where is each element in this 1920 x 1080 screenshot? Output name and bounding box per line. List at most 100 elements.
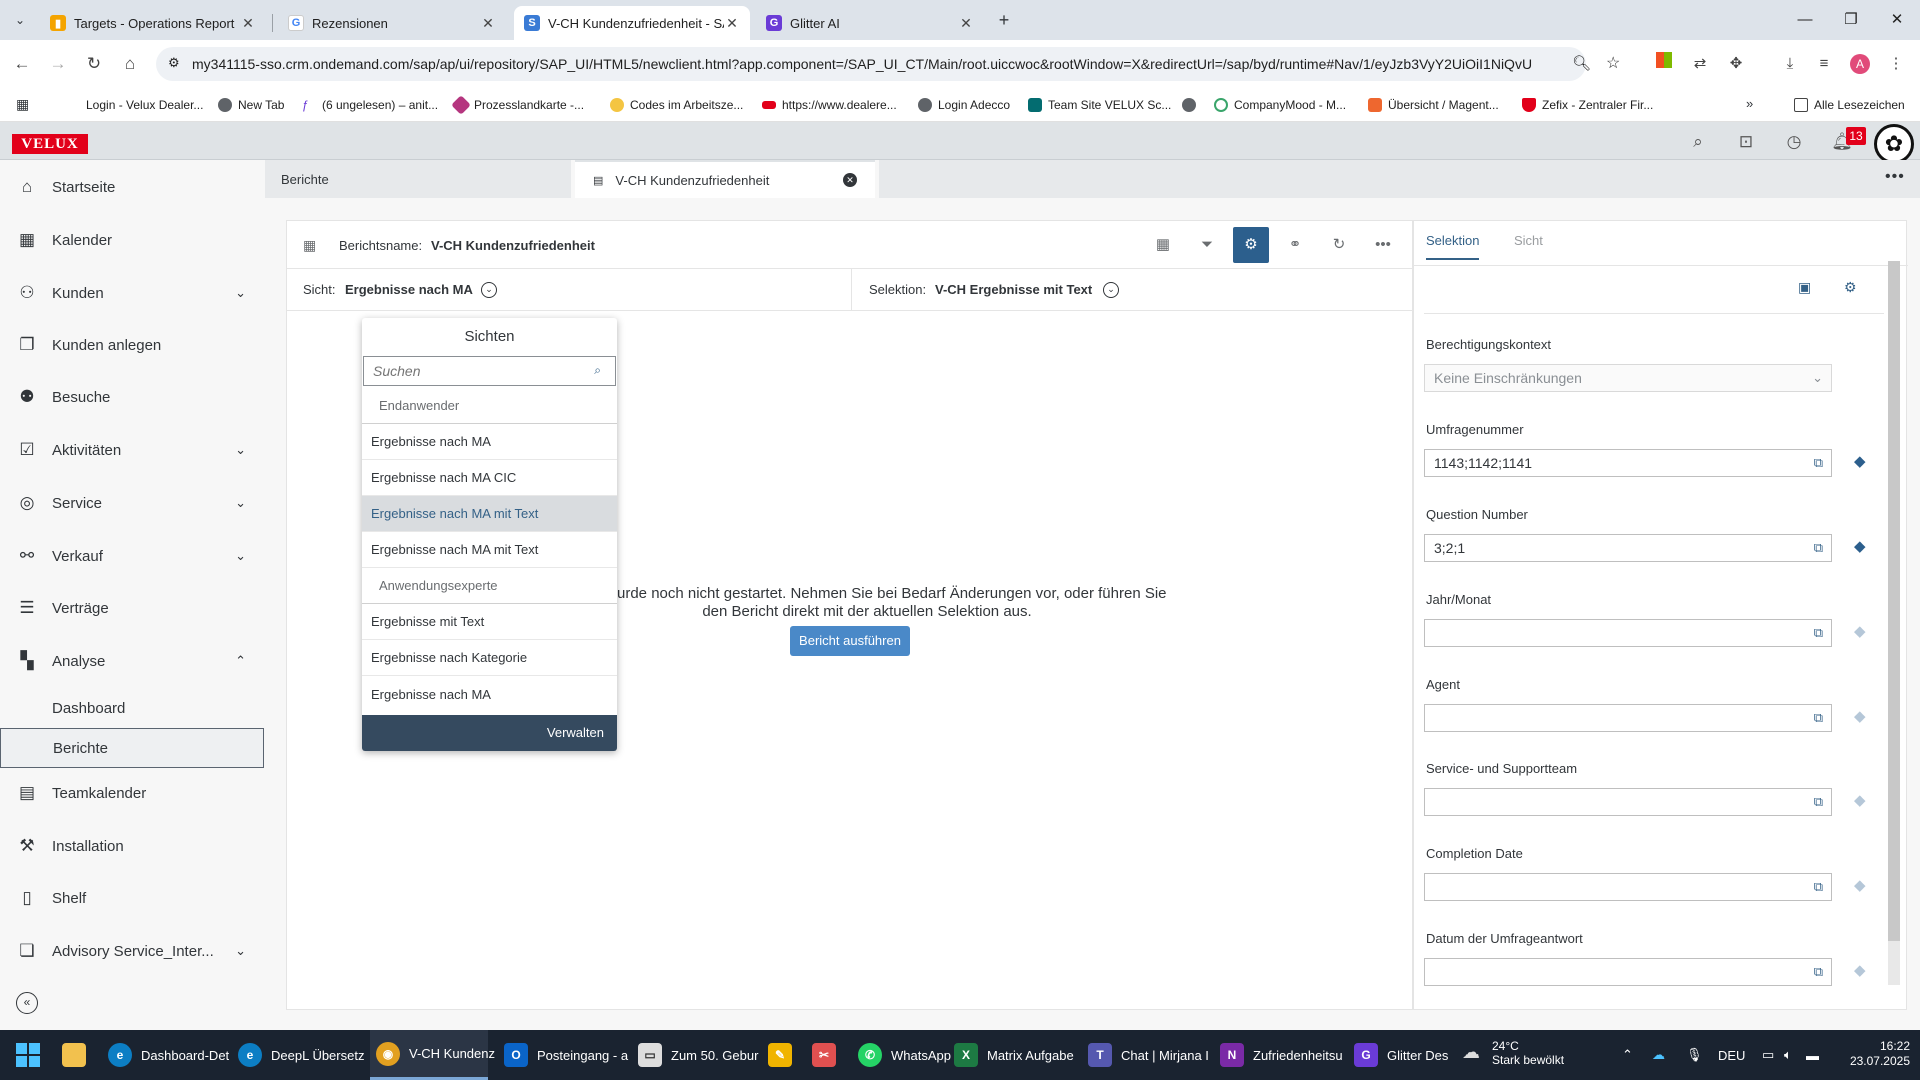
collapse-sidebar-icon[interactable]: « <box>16 992 38 1014</box>
more-tabs-icon[interactable]: ••• <box>1885 168 1905 186</box>
volume-icon[interactable]: 🔈︎ <box>1784 1030 1802 1080</box>
sidebar-item-verkauf[interactable]: ⚯ Verkauf ⌄ <box>0 531 264 581</box>
microphone-icon[interactable]: 🎙︎ <box>1686 1030 1706 1080</box>
back-icon[interactable]: ← <box>10 52 34 76</box>
clear-field-icon[interactable]: ◆ <box>1854 961 1866 979</box>
apps-grid-icon[interactable]: ▦ <box>16 96 29 113</box>
address-bar[interactable]: ⚙ my341115-sso.crm.ondemand.com/sap/ap/u… <box>156 47 1620 81</box>
sidebar-item-installation[interactable]: ⚒ Installation <box>0 821 264 871</box>
minimize-icon[interactable]: — <box>1790 8 1820 32</box>
sidebar-subitem-dashboard[interactable]: Dashboard <box>0 688 264 728</box>
taskbar-app-snip[interactable]: ✂ <box>812 1030 842 1080</box>
value-help-icon[interactable]: ⧉ <box>1814 710 1823 726</box>
sidebar-item-kunden[interactable]: ⚇ Kunden ⌄ <box>0 268 264 318</box>
tab-berichte[interactable]: Berichte <box>265 160 571 198</box>
more-actions-icon[interactable]: ••• <box>1365 227 1401 263</box>
value-help-icon[interactable]: ⧉ <box>1814 625 1823 641</box>
close-window-icon[interactable]: ✕ <box>1882 8 1912 32</box>
selection-dropdown-chevron-icon[interactable]: ⌄ <box>1103 282 1119 298</box>
taskbar-app-geburtstag[interactable]: ▭ Zum 50. Gebur <box>638 1030 758 1080</box>
tab-search-chevron-icon[interactable]: ⌄ <box>10 10 30 30</box>
completion-date-field[interactable]: ⧉ <box>1424 873 1832 901</box>
value-help-icon[interactable]: ⧉ <box>1814 964 1823 980</box>
zoom-icon[interactable]: 🔍︎ <box>1572 54 1591 72</box>
clear-field-icon[interactable]: ◆ <box>1854 707 1866 725</box>
weather-widget[interactable]: ☁ 24°C Stark bewölkt <box>1462 1030 1592 1080</box>
language-indicator[interactable]: DEU <box>1718 1030 1752 1080</box>
tray-overflow-icon[interactable]: ⌃ <box>1622 1030 1642 1080</box>
bookmark-star-icon[interactable]: ☆ <box>1606 53 1620 73</box>
taskbar-app-deepl[interactable]: e DeepL Übersetz <box>238 1030 364 1080</box>
sidebar-item-besuche[interactable]: ⚉ Besuche <box>0 372 264 422</box>
view-option[interactable]: Ergebnisse nach MA <box>362 424 617 460</box>
bookmark-companymood[interactable]: CompanyMood - M... <box>1214 96 1346 114</box>
chevron-down-icon[interactable]: ⌄ <box>1812 370 1823 386</box>
value-help-icon[interactable]: ⧉ <box>1814 794 1823 810</box>
tab-sicht[interactable]: Sicht <box>1514 233 1543 248</box>
response-date-field[interactable]: ⧉ <box>1424 958 1832 986</box>
taskbar-app-glitter[interactable]: G Glitter Des <box>1354 1030 1460 1080</box>
tab-selektion[interactable]: Selektion <box>1426 233 1480 260</box>
refresh-icon[interactable]: ↻ <box>1321 227 1357 263</box>
bookmark-magento[interactable]: Übersicht / Magent... <box>1368 96 1499 114</box>
search-icon[interactable]: ⌕ <box>1686 130 1710 154</box>
profile-avatar[interactable]: A <box>1848 52 1872 76</box>
taskbar-app-chrome-active[interactable]: ◉ V-CH Kundenz <box>370 1030 495 1080</box>
close-tab-icon[interactable]: ✕ <box>724 15 740 32</box>
browser-tab-targets[interactable]: ▮ Targets - Operations Report ✕ <box>40 6 266 40</box>
panel-scrollbar[interactable] <box>1888 261 1900 941</box>
office-extension-icon[interactable] <box>1652 52 1676 76</box>
clear-field-icon[interactable]: ◆ <box>1854 537 1866 555</box>
view-dropdown-chevron-icon[interactable]: ⌄ <box>481 282 497 298</box>
all-bookmarks-folder[interactable]: Alle Lesezeichen <box>1794 96 1905 114</box>
clear-field-icon[interactable]: ◆ <box>1854 791 1866 809</box>
media-icon[interactable]: ≡ <box>1812 52 1836 76</box>
filter-icon[interactable]: ⏷ <box>1189 227 1225 263</box>
save-selection-icon[interactable]: ▣ <box>1798 279 1811 296</box>
forward-icon[interactable]: → <box>46 52 70 76</box>
bookmark-zefix[interactable]: Zefix - Zentraler Fir... <box>1522 96 1653 114</box>
sidebar-item-teamkalender[interactable]: ▤ Teamkalender <box>0 768 264 818</box>
browser-tab-kundenzufriedenheit[interactable]: S V-CH Kundenzufriedenheit - SAP ✕ <box>514 6 750 40</box>
bookmark-new-tab[interactable]: New Tab <box>218 96 284 114</box>
close-tab-icon[interactable]: ✕ <box>843 173 857 187</box>
more-bookmarks-icon[interactable]: » <box>1746 96 1753 111</box>
sidebar-item-shelf[interactable]: ▯ Shelf <box>0 873 264 923</box>
site-info-icon[interactable]: ⚙ <box>168 55 180 71</box>
view-option[interactable]: Ergebnisse nach MA CIC <box>362 460 617 496</box>
views-search-input[interactable] <box>373 363 573 379</box>
chevron-down-icon[interactable]: ⌄ <box>235 285 246 301</box>
translate-extension-icon[interactable]: ⇄ <box>1688 52 1712 76</box>
clear-field-icon[interactable]: ◆ <box>1854 622 1866 640</box>
sidebar-item-vertraege[interactable]: ☰ Verträge <box>0 583 264 633</box>
taskbar-app-dashboard[interactable]: e Dashboard-Det <box>108 1030 229 1080</box>
clear-field-icon[interactable]: ◆ <box>1854 876 1866 894</box>
chevron-down-icon[interactable]: ⌄ <box>235 548 246 564</box>
sidebar-item-kunden-anlegen[interactable]: ❐ Kunden anlegen <box>0 320 264 370</box>
chevron-down-icon[interactable]: ⌄ <box>235 943 246 959</box>
onedrive-icon[interactable]: ☁ <box>1652 1030 1672 1080</box>
manage-views-button[interactable]: Verwalten <box>362 715 617 751</box>
view-option[interactable]: Ergebnisse mit Text <box>362 604 617 640</box>
bookmark-codes[interactable]: Codes im Arbeitsze... <box>610 96 743 114</box>
clock[interactable]: 16:22 23.07.2025 <box>1836 1030 1910 1080</box>
chevron-up-icon[interactable]: ⌃ <box>235 653 246 669</box>
taskbar-app-whatsapp[interactable]: ✆ WhatsApp <box>858 1030 954 1080</box>
taskbar-app-pen[interactable]: ✎ <box>768 1030 798 1080</box>
network-icon[interactable]: ▭ <box>1762 1030 1780 1080</box>
sidebar-subitem-berichte[interactable]: Berichte <box>0 728 264 768</box>
chevron-down-icon[interactable]: ⌄ <box>235 442 246 458</box>
sidebar-item-startseite[interactable]: ⌂ Startseite <box>0 162 264 212</box>
download-icon[interactable]: ⤓ <box>1778 52 1802 76</box>
home-icon[interactable]: ⌂ <box>118 52 142 76</box>
value-help-icon[interactable]: ⧉ <box>1814 455 1823 471</box>
battery-icon[interactable]: ▬ <box>1806 1030 1826 1080</box>
search-icon[interactable]: ⌕ <box>594 363 601 378</box>
manage-selection-icon[interactable]: ⚙ <box>1844 279 1857 296</box>
feedback-icon[interactable]: ⊡ <box>1734 130 1758 154</box>
browser-menu-icon[interactable]: ⋮ <box>1884 52 1908 76</box>
start-button[interactable] <box>16 1030 46 1080</box>
tab-kundenzufriedenheit[interactable]: ▤ V-CH Kundenzufriedenheit ✕ <box>575 160 875 198</box>
reload-icon[interactable]: ↻ <box>82 52 106 76</box>
table-layout-icon[interactable]: ▦ <box>1145 227 1181 263</box>
